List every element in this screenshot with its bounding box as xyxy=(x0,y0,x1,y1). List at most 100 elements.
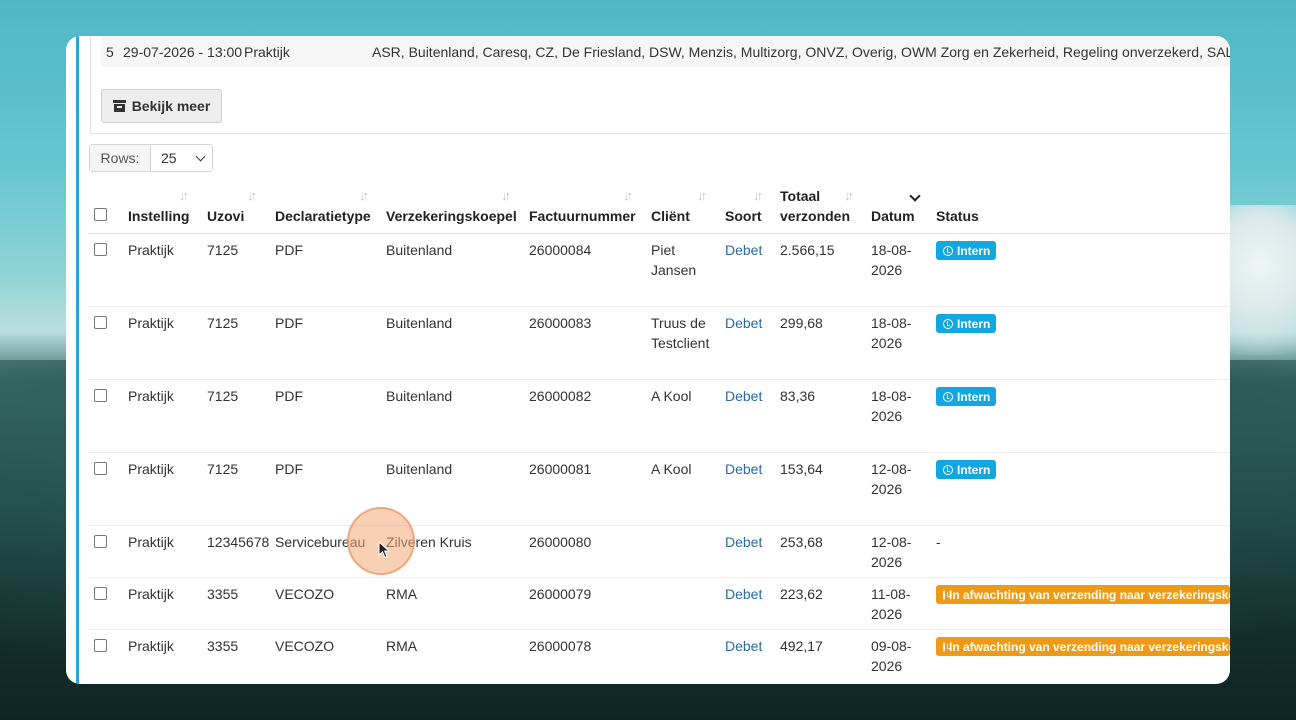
sort-desc-icon[interactable] xyxy=(909,190,921,202)
status-label: In afwachting van verzending naar verzek… xyxy=(949,639,1230,654)
column-header-datum[interactable]: Datum xyxy=(871,206,915,226)
sort-icon[interactable]: ↓↑ xyxy=(697,188,707,203)
sort-icon[interactable]: ↓↑ xyxy=(501,188,511,203)
table-row[interactable]: Praktijk 7125 PDF Buitenland 26000084 Pi… xyxy=(88,234,1230,307)
column-header-instelling[interactable]: Instelling xyxy=(128,206,189,226)
soort-link[interactable]: Debet xyxy=(725,386,762,407)
status-badge: Intern xyxy=(936,387,997,406)
soort-link[interactable]: Debet xyxy=(725,459,762,480)
row-checkbox[interactable] xyxy=(94,243,107,256)
row-checkbox[interactable] xyxy=(94,639,107,652)
table-row[interactable]: Praktijk 7125 PDF Buitenland 26000081 A … xyxy=(88,453,1230,526)
cell-instelling: Praktijk xyxy=(128,242,174,258)
declaraties-table: Instelling ↓↑ Uzovi ↓↑ Declaratietype ↓↑… xyxy=(88,186,1230,682)
cell-uzovi: 7125 xyxy=(207,461,239,477)
cell-uzovi: 7125 xyxy=(207,315,239,331)
cell-declaratietype: PDF xyxy=(275,315,303,331)
cell-datum: 18-08- xyxy=(871,388,912,404)
row-checkbox[interactable] xyxy=(94,389,107,402)
cell-instelling: Praktijk xyxy=(128,638,174,654)
cell-verzekeringskoepel: RMA xyxy=(386,638,418,654)
bekijk-meer-button[interactable]: Bekijk meer xyxy=(101,89,222,123)
status-badge: Intern xyxy=(936,314,997,333)
rows-label: Rows: xyxy=(90,145,151,171)
batch-datetime: 29-07-2026 - 13:00 xyxy=(123,44,243,60)
row-checkbox[interactable] xyxy=(94,462,107,475)
cell-instelling: Praktijk xyxy=(128,461,174,477)
cell-totaal: 153,64 xyxy=(780,461,823,477)
batch-index: 5 xyxy=(106,44,114,60)
cell-uzovi: 3355 xyxy=(207,638,239,654)
cell-declaratietype: VECOZO xyxy=(275,638,335,654)
cell-instelling: Praktijk xyxy=(128,534,174,550)
cell-factuurnummer: 26000078 xyxy=(529,638,592,654)
cell-instelling: Praktijk xyxy=(128,586,174,602)
cell-factuurnummer: 26000080 xyxy=(529,534,592,550)
column-header-uzovi[interactable]: Uzovi xyxy=(207,206,244,226)
select-all-checkbox[interactable] xyxy=(94,208,107,221)
accent-bar xyxy=(76,36,79,684)
soort-link[interactable]: Debet xyxy=(725,636,762,657)
table-row[interactable]: Praktijk 3355 VECOZO RMA 26000078 Debet … xyxy=(88,630,1230,682)
column-header-status: Status xyxy=(936,208,979,224)
sort-icon[interactable]: ↓↑ xyxy=(179,188,189,203)
chevron-down-icon xyxy=(195,151,206,161)
cell-client-line2: Testclient xyxy=(651,335,710,351)
cell-declaratietype: PDF xyxy=(275,388,303,404)
column-header-totaal[interactable]: Totaal xyxy=(780,186,820,206)
cell-verzekeringskoepel: Buitenland xyxy=(386,461,453,477)
cell-verzekeringskoepel: Buitenland xyxy=(386,388,453,404)
sort-icon[interactable]: ↓↑ xyxy=(247,188,257,203)
clock-icon xyxy=(943,589,950,600)
status-label: In afwachting van verzending naar verzek… xyxy=(949,587,1230,602)
column-header-verzonden[interactable]: verzonden xyxy=(780,206,850,226)
cell-uzovi: 12345678 xyxy=(207,534,270,550)
cell-declaratietype: VECOZO xyxy=(275,586,335,602)
cell-factuurnummer: 26000084 xyxy=(529,242,592,258)
cell-datum: 18-08- xyxy=(871,242,912,258)
cell-totaal: 223,62 xyxy=(780,586,823,602)
bekijk-meer-label: Bekijk meer xyxy=(131,98,211,114)
soort-link[interactable]: Debet xyxy=(725,313,762,334)
column-header-declaratietype[interactable]: Declaratietype xyxy=(275,206,371,226)
soort-link[interactable]: Debet xyxy=(725,584,762,605)
cell-datum-year: 2026 xyxy=(871,554,903,570)
column-header-verzekeringskoepel[interactable]: Verzekeringskoepel xyxy=(386,206,517,226)
status-label: Intern xyxy=(957,389,991,404)
mouse-cursor-icon xyxy=(378,541,390,559)
cell-uzovi: 3355 xyxy=(207,586,239,602)
cell-datum-year: 2026 xyxy=(871,658,903,674)
cell-datum: 11-08- xyxy=(871,586,911,602)
row-checkbox[interactable] xyxy=(94,535,107,548)
cell-verzekeringskoepel: Buitenland xyxy=(386,315,453,331)
sort-icon[interactable]: ↓↑ xyxy=(753,188,763,203)
clock-icon xyxy=(943,318,953,329)
cell-datum-year: 2026 xyxy=(871,606,903,622)
soort-link[interactable]: Debet xyxy=(725,240,762,261)
rows-select[interactable]: 25 xyxy=(151,145,212,171)
cell-instelling: Praktijk xyxy=(128,315,174,331)
cell-totaal: 2.566,15 xyxy=(780,242,835,258)
cell-instelling: Praktijk xyxy=(128,388,174,404)
cell-declaratietype: PDF xyxy=(275,242,303,258)
sort-icon[interactable]: ↓↑ xyxy=(623,188,633,203)
column-header-factuurnummer[interactable]: Factuurnummer xyxy=(529,206,636,226)
cell-factuurnummer: 26000081 xyxy=(529,461,592,477)
row-checkbox[interactable] xyxy=(94,587,107,600)
table-row[interactable]: Praktijk 3355 VECOZO RMA 26000079 Debet … xyxy=(88,578,1230,630)
clock-icon xyxy=(943,391,953,402)
row-checkbox[interactable] xyxy=(94,316,107,329)
table-row[interactable]: Praktijk 12345678 Servicebureau Zilveren… xyxy=(88,526,1230,578)
batch-row[interactable]: 5 29-07-2026 - 13:00 Praktijk ASR, Buite… xyxy=(101,36,1230,67)
status-badge: Intern xyxy=(936,241,997,260)
cell-datum: 18-08- xyxy=(871,315,912,331)
cell-uzovi: 7125 xyxy=(207,388,239,404)
column-header-soort[interactable]: Soort xyxy=(725,206,762,226)
soort-link[interactable]: Debet xyxy=(725,532,762,553)
column-header-client[interactable]: Cliënt xyxy=(651,206,690,226)
table-row[interactable]: Praktijk 7125 PDF Buitenland 26000083 Tr… xyxy=(88,307,1230,380)
sort-icon[interactable]: ↓↑ xyxy=(844,188,854,203)
sort-icon[interactable]: ↓↑ xyxy=(359,188,369,203)
cell-factuurnummer: 26000079 xyxy=(529,586,592,602)
table-row[interactable]: Praktijk 7125 PDF Buitenland 26000082 A … xyxy=(88,380,1230,453)
